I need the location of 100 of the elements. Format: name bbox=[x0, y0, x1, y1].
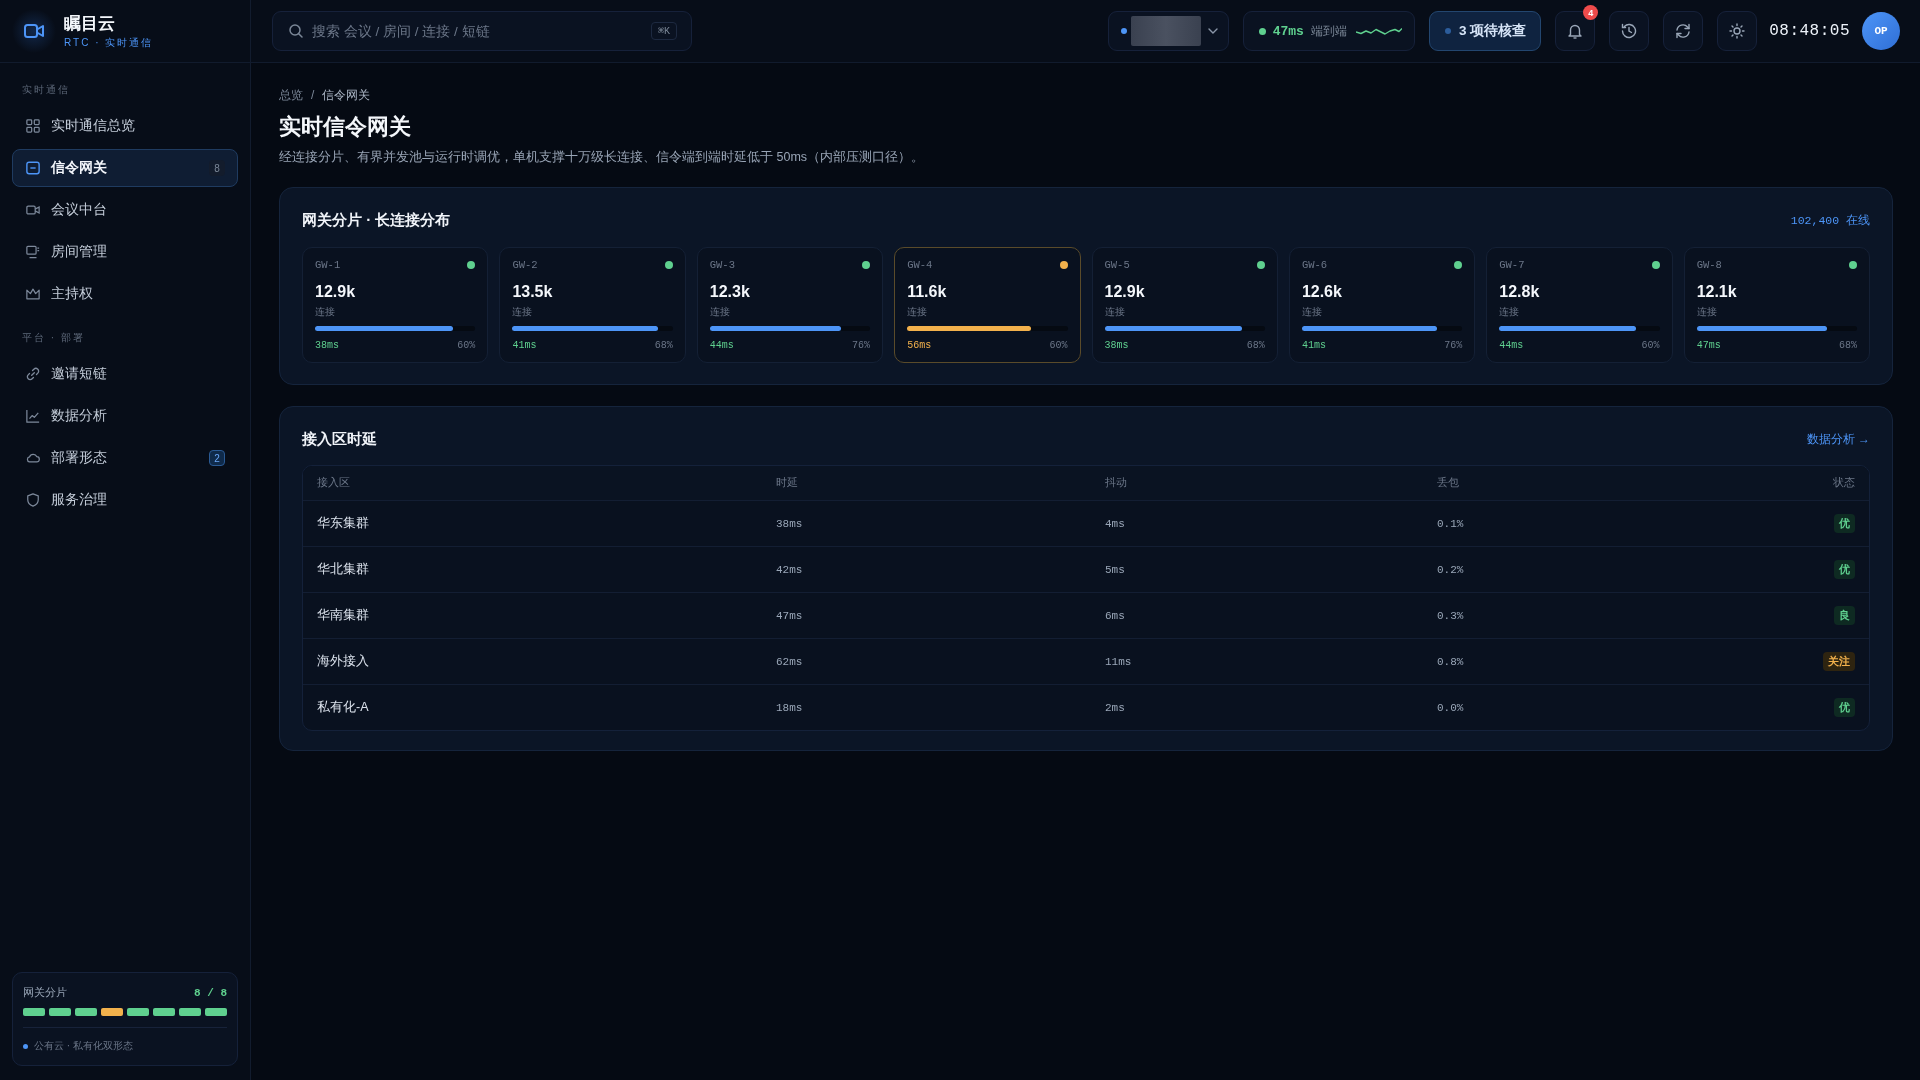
table-cell: 38ms bbox=[776, 517, 803, 530]
monitor-icon bbox=[26, 245, 40, 259]
gateway-name: GW-1 bbox=[315, 259, 341, 271]
summary-label: 网关分片 bbox=[23, 985, 67, 1000]
gateway-card[interactable]: GW-2 13.5k 连接 41ms 68% bbox=[499, 247, 686, 363]
gateway-latency: 47ms bbox=[1696, 339, 1721, 352]
table-cell: 2ms bbox=[1105, 701, 1125, 714]
gateway-latency: 38ms bbox=[315, 339, 339, 352]
sidebar-item[interactable]: 实时通信总览 bbox=[12, 107, 238, 145]
status-tag: 优 bbox=[1834, 514, 1855, 533]
status-tag: 良 bbox=[1834, 606, 1855, 625]
connection-label: 连接 bbox=[907, 305, 928, 318]
gateway-card[interactable]: GW-7 12.8k 连接 44ms 60% bbox=[1486, 247, 1673, 363]
gateway-card[interactable]: GW-4 11.6k 连接 56ms 60% bbox=[894, 247, 1081, 363]
bell-icon bbox=[1567, 23, 1584, 39]
search-field[interactable]: 搜索 会议 / 房间 / 连接 / 短链 ⌘K bbox=[272, 11, 692, 51]
history-icon bbox=[1621, 23, 1638, 39]
sparkline bbox=[1355, 25, 1402, 37]
connection-label: 连接 bbox=[315, 305, 335, 318]
user-avatar[interactable]: OP bbox=[1862, 12, 1900, 50]
gateway-latency: 38ms bbox=[1104, 339, 1129, 352]
gateway-name: GW-6 bbox=[1301, 259, 1328, 271]
connection-count: 12.6k bbox=[1301, 282, 1342, 302]
latency-label: 端到端 bbox=[1310, 22, 1347, 40]
analytics-link[interactable]: 数据分析 → bbox=[1806, 430, 1870, 448]
gateway-card[interactable]: GW-5 12.9k 连接 38ms 68% bbox=[1091, 247, 1278, 363]
sidebar-item[interactable]: 部署形态 2 bbox=[12, 439, 238, 477]
gateway-share: 60% bbox=[1049, 339, 1068, 352]
connection-label: 连接 bbox=[709, 305, 730, 318]
shortcut-hint: ⌘K bbox=[650, 22, 677, 40]
app-tagline: RTC · 实时通信 bbox=[64, 35, 154, 49]
connection-label: 连接 bbox=[512, 305, 533, 318]
gateway-share: 60% bbox=[1641, 339, 1660, 352]
sidebar-item[interactable]: 数据分析 bbox=[12, 397, 238, 435]
gateway-name: GW-5 bbox=[1104, 259, 1130, 271]
line-chart-icon bbox=[26, 409, 40, 423]
sidebar-item[interactable]: 房间管理 bbox=[12, 233, 238, 271]
connection-count: 12.9k bbox=[315, 282, 356, 302]
sidebar-item[interactable]: 邀请短链 bbox=[12, 355, 238, 393]
gateway-card[interactable]: GW-8 12.1k 连接 47ms 68% bbox=[1683, 247, 1870, 363]
column-header: 接入区 bbox=[317, 476, 350, 490]
table-cell: 0.8% bbox=[1437, 655, 1464, 668]
connection-count: 13.5k bbox=[512, 282, 553, 302]
gateway-card[interactable]: GW-3 12.3k 连接 44ms 76% bbox=[696, 247, 884, 363]
clock: 08:48:05 bbox=[1769, 22, 1850, 40]
column-header: 状态 bbox=[1833, 476, 1855, 490]
cloud-icon bbox=[26, 451, 40, 465]
gateway-card[interactable]: GW-6 12.6k 连接 41ms 76% bbox=[1288, 247, 1476, 363]
crown-icon bbox=[26, 287, 40, 301]
breadcrumb-separator: / bbox=[311, 87, 315, 103]
review-button[interactable]: 3 项待核查 bbox=[1428, 11, 1542, 51]
breadcrumb-link[interactable]: 总览 bbox=[279, 87, 303, 103]
table-cell: 海外接入 bbox=[317, 653, 369, 670]
table-cell: 私有化-A bbox=[317, 699, 369, 716]
gateway-latency: 56ms bbox=[907, 339, 932, 352]
sidebar-item[interactable]: 信令网关 8 bbox=[12, 149, 238, 187]
table-cell: 华南集群 bbox=[317, 607, 369, 624]
table-cell: 0.0% bbox=[1437, 701, 1464, 714]
page-title: 实时信令网关 bbox=[279, 113, 411, 141]
page-description: 经连接分片、有界并发池与运行时调优，单机支撑十万级长连接、信令端到端时延低于 50ms（内部压测口径）。 bbox=[279, 149, 925, 166]
sidebar-item[interactable]: 主持权 bbox=[12, 275, 238, 313]
status-dot-icon bbox=[1120, 28, 1127, 34]
gateway-share: 68% bbox=[654, 339, 673, 352]
gateway-name: GW-3 bbox=[709, 259, 735, 271]
theme-button[interactable] bbox=[1717, 11, 1758, 51]
shield-icon bbox=[26, 493, 40, 507]
table-cell: 华北集群 bbox=[317, 561, 369, 578]
workspace-selector[interactable] bbox=[1107, 11, 1229, 51]
gateway-name: GW-2 bbox=[512, 259, 538, 271]
grid-icon bbox=[26, 119, 40, 133]
status-tag: 关注 bbox=[1823, 652, 1855, 671]
gateway-name: GW-4 bbox=[907, 259, 933, 271]
history-button[interactable] bbox=[1609, 11, 1650, 51]
sun-icon bbox=[1729, 23, 1746, 39]
connection-count: 12.8k bbox=[1499, 282, 1540, 302]
sidebar-item[interactable]: 服务治理 bbox=[12, 481, 238, 519]
status-tag: 优 bbox=[1834, 698, 1855, 717]
table-cell: 11ms bbox=[1105, 655, 1132, 668]
connection-label: 连接 bbox=[1499, 305, 1520, 318]
gateway-latency: 44ms bbox=[709, 339, 734, 352]
gateway-share: 68% bbox=[1839, 339, 1857, 352]
search-input[interactable]: 搜索 会议 / 房间 / 连接 / 短链 bbox=[312, 21, 642, 41]
table-cell: 0.3% bbox=[1437, 609, 1464, 622]
summary-count: 8 / 8 bbox=[194, 986, 227, 999]
connection-label: 连接 bbox=[1104, 305, 1125, 318]
table-cell: 0.1% bbox=[1437, 517, 1464, 530]
gateway-share: 60% bbox=[457, 339, 476, 352]
connection-count: 12.1k bbox=[1696, 282, 1737, 302]
gateway-card[interactable]: GW-1 12.9k 连接 38ms 60% bbox=[302, 247, 489, 363]
refresh-button[interactable] bbox=[1663, 11, 1704, 51]
panel-title: 接入区时延 bbox=[302, 429, 377, 449]
refresh-icon bbox=[1675, 23, 1692, 39]
column-header: 丢包 bbox=[1437, 476, 1459, 490]
sidebar-item[interactable]: 会议中台 bbox=[12, 191, 238, 229]
breadcrumb-link[interactable]: 信令网关 bbox=[322, 87, 371, 103]
latency-value: 47ms bbox=[1272, 23, 1304, 39]
gateway-name: GW-8 bbox=[1696, 259, 1722, 271]
blurred-block bbox=[1130, 16, 1201, 46]
panel-title: 网关分片 · 长连接分布 bbox=[302, 210, 451, 230]
section-label: 平台 · 部署 bbox=[22, 331, 85, 345]
